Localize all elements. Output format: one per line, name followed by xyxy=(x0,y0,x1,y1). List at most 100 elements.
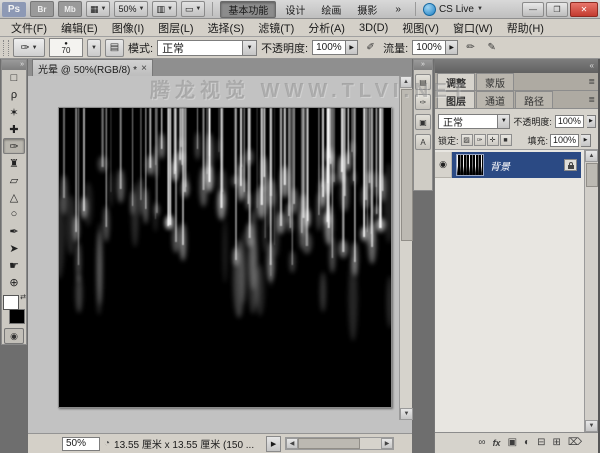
scroll-right-icon[interactable]: ▶ xyxy=(381,438,393,449)
gradient-tool[interactable]: △ xyxy=(3,189,25,205)
vertical-scroll-thumb[interactable] xyxy=(401,89,413,241)
bridge-button[interactable]: Br xyxy=(30,1,54,17)
brushes-panel-icon[interactable]: ✑ xyxy=(415,94,431,110)
foreground-color-swatch[interactable] xyxy=(3,295,19,310)
menu-item[interactable]: 视图(V) xyxy=(395,20,446,36)
layer-opacity-input[interactable]: 100% xyxy=(555,115,584,128)
workspace-button[interactable]: 基本功能 xyxy=(220,1,276,18)
menu-item[interactable]: 分析(A) xyxy=(301,20,352,36)
status-options-button[interactable]: ▶ xyxy=(266,436,281,452)
menu-item[interactable]: 编辑(E) xyxy=(54,20,105,36)
arrange-documents-dropdown[interactable]: ▥▼ xyxy=(152,1,176,17)
chevron-right-icon[interactable]: ▶ xyxy=(587,115,596,128)
scroll-up-icon[interactable]: ▲ xyxy=(400,76,412,88)
panel-tab-路径[interactable]: 路径 xyxy=(515,91,553,108)
menu-item[interactable]: 滤镜(T) xyxy=(251,20,301,36)
toggle-brush-panel-button[interactable]: ▤ xyxy=(105,39,124,57)
panel-menu-icon[interactable]: ≣ xyxy=(588,77,595,86)
layer-row-background[interactable]: ◉ 背景 xyxy=(435,152,581,178)
lock-position-icon[interactable]: ✛ xyxy=(487,134,499,146)
status-zoom-input[interactable]: 50% xyxy=(62,437,100,451)
healing-brush-tool[interactable]: ✚ xyxy=(3,121,25,137)
layer-fill-input[interactable]: 100% xyxy=(550,134,579,147)
opacity-input[interactable]: 100% ▶ xyxy=(312,40,358,55)
scroll-up-icon[interactable]: ▲ xyxy=(585,150,598,162)
blend-mode-select[interactable]: 正常 ▼ xyxy=(157,40,257,56)
airbrush-icon[interactable]: ✏ xyxy=(462,40,479,56)
chevron-right-icon[interactable]: ▶ xyxy=(581,134,591,147)
menu-item[interactable]: 图层(L) xyxy=(151,20,200,36)
brush-tool[interactable]: ✑ xyxy=(3,138,25,154)
panel-tab-蒙版[interactable]: 蒙版 xyxy=(476,73,514,90)
chevron-down-icon[interactable]: ▼ xyxy=(87,39,101,57)
menu-item[interactable]: 帮助(H) xyxy=(500,20,551,36)
flow-input[interactable]: 100% ▶ xyxy=(412,40,458,55)
pressure-size-icon[interactable]: ✎ xyxy=(483,40,500,56)
panel-tab-通道[interactable]: 通道 xyxy=(476,91,514,108)
restore-button[interactable]: ❐ xyxy=(546,2,568,17)
quick-mask-button[interactable]: ◉ xyxy=(4,328,24,344)
character-panel-icon[interactable]: A xyxy=(415,134,431,150)
pressure-opacity-icon[interactable]: ✐ xyxy=(362,40,379,56)
horizontal-scroll-thumb[interactable] xyxy=(298,438,360,449)
view-extras-dropdown[interactable]: ▦▼ xyxy=(86,1,110,17)
workspace-button[interactable]: 绘画 xyxy=(314,2,348,17)
dock-collapse-button[interactable]: « xyxy=(435,59,598,73)
menu-item[interactable]: 图像(I) xyxy=(105,20,151,36)
layer-thumbnail[interactable] xyxy=(456,154,484,176)
panel-tab-图层[interactable]: 图层 xyxy=(437,91,475,108)
lock-all-icon[interactable]: ■ xyxy=(500,134,512,146)
clone-source-panel-icon[interactable]: ▣ xyxy=(415,114,431,130)
image-canvas[interactable] xyxy=(58,107,392,408)
cs-live-button[interactable]: CS Live ▼ xyxy=(423,3,483,16)
dock-expand-button[interactable]: » xyxy=(414,60,432,70)
menu-item[interactable]: 窗口(W) xyxy=(446,20,500,36)
rectangular-marquee-tool[interactable]: □ xyxy=(3,70,25,86)
menu-item[interactable]: 选择(S) xyxy=(201,20,252,36)
pen-tool[interactable]: ✒ xyxy=(3,223,25,239)
menu-item[interactable]: 文件(F) xyxy=(4,20,54,36)
scroll-down-icon[interactable]: ▼ xyxy=(585,420,598,432)
selected-layer[interactable]: 背景 xyxy=(452,152,581,178)
scroll-left-icon[interactable]: ◀ xyxy=(286,438,298,449)
menu-item[interactable]: 3D(D) xyxy=(352,22,395,34)
lasso-tool[interactable]: ρ xyxy=(3,87,25,103)
workspace-overflow-button[interactable]: » xyxy=(388,2,408,17)
eraser-tool[interactable]: ▱ xyxy=(3,172,25,188)
background-color-swatch[interactable] xyxy=(9,309,25,324)
history-panel-icon[interactable]: ▤ xyxy=(415,74,431,90)
layer-style-icon[interactable]: fx xyxy=(493,439,501,448)
new-layer-icon[interactable]: ⊞ xyxy=(552,438,560,448)
delete-layer-icon[interactable]: ⌦ xyxy=(568,438,582,448)
magic-wand-tool[interactable]: ✶ xyxy=(3,104,25,120)
swap-colors-icon[interactable]: ⇄ xyxy=(20,293,26,301)
layer-visibility-toggle[interactable]: ◉ xyxy=(435,152,452,178)
adjustment-layer-icon[interactable]: ◐ xyxy=(524,438,530,448)
toolbox-collapse-button[interactable]: » xyxy=(2,60,26,70)
scroll-down-icon[interactable]: ▼ xyxy=(400,408,413,420)
dodge-tool[interactable]: ○ xyxy=(3,206,25,222)
vertical-scrollbar[interactable]: ▲ ▼ xyxy=(399,76,412,420)
workspace-button[interactable]: 摄影 xyxy=(350,2,384,17)
add-layer-mask-icon[interactable]: ▣ xyxy=(508,438,517,448)
lock-transparency-icon[interactable]: ▨ xyxy=(461,134,473,146)
mini-bridge-button[interactable]: Mb xyxy=(58,1,82,17)
screen-mode-dropdown[interactable]: ▭▼ xyxy=(181,1,205,17)
workspace-button[interactable]: 设计 xyxy=(278,2,312,17)
brush-tool-preset-button[interactable]: ✑▼ xyxy=(13,38,45,57)
link-layers-icon[interactable]: ∞ xyxy=(478,438,485,448)
document-tab[interactable]: 光晕 @ 50%(RGB/8) * × xyxy=(32,59,153,76)
close-tab-icon[interactable]: × xyxy=(141,63,147,74)
brush-size-picker[interactable]: ● 70 xyxy=(49,38,83,57)
close-button[interactable]: ✕ xyxy=(570,2,598,17)
panel-menu-icon[interactable]: ≣ xyxy=(588,95,595,104)
zoom-tool[interactable]: ⊕ xyxy=(3,274,25,290)
layer-blend-mode-select[interactable]: 正常 ▼ xyxy=(438,114,510,129)
hand-tool[interactable]: ☛ xyxy=(3,257,25,273)
zoom-level-dropdown[interactable]: 50%▼ xyxy=(114,1,148,17)
lock-pixels-icon[interactable]: ✑ xyxy=(474,134,486,146)
scroll-thumb[interactable] xyxy=(586,163,598,187)
layer-list-scrollbar[interactable]: ▲ ▼ xyxy=(584,150,598,432)
horizontal-scrollbar[interactable]: ◀ ▶ xyxy=(285,437,394,450)
new-group-icon[interactable]: ⊟ xyxy=(537,438,545,448)
